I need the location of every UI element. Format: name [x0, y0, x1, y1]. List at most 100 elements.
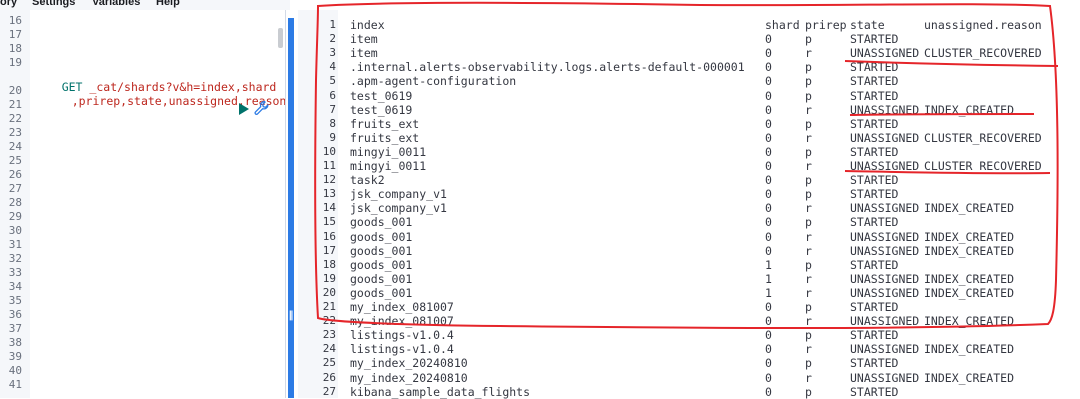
cell-state: STARTED: [850, 257, 899, 272]
cell-state: UNASSIGNED: [850, 342, 920, 357]
cell-reason: INDEX_CREATED: [924, 229, 1015, 244]
cell-shard: 0: [765, 384, 772, 399]
request-line-number: 30: [8, 224, 22, 237]
request-line-number: 33: [8, 266, 22, 279]
cell-prirep: r: [805, 342, 812, 357]
cell-state: UNASSIGNED: [850, 201, 920, 216]
response-gutter: 1 2 3 4 5 6 7 8 9 10 11 12 13 14 15 16 17 18 19 20 21 22 23 24 2…: [298, 10, 338, 398]
cell-state: UNASSIGNED: [850, 271, 920, 286]
menu-item-variables[interactable]: Variables: [92, 0, 140, 8]
cell-reason: INDEX_CREATED: [924, 271, 1015, 286]
cell-state: UNASSIGNED: [850, 285, 920, 300]
cell-shard: 0: [765, 356, 772, 371]
header-reason: unassigned.reason: [924, 18, 1042, 32]
request-editor[interactable]: 16 17 18 19 20 21 22 23 24 25 26 27 28 29 30 31 32 33 34 35…: [0, 10, 287, 398]
cell-index: goods_001: [350, 257, 413, 272]
response-line-number: 26: [322, 370, 336, 384]
menu-item-settings[interactable]: Settings: [32, 0, 75, 8]
cell-prirep: p: [805, 116, 812, 131]
cell-shard: 0: [765, 60, 772, 75]
cell-prirep: p: [805, 144, 812, 159]
cell-shard: 1: [765, 271, 772, 286]
cell-state: STARTED: [850, 187, 899, 202]
request-scrollbar[interactable]: [278, 28, 283, 48]
cell-state: STARTED: [850, 356, 899, 371]
cell-index: goods_001: [350, 229, 413, 244]
cell-index: my_index_20240810: [350, 356, 468, 371]
cell-shard: 0: [765, 342, 772, 357]
header-prirep: prirep: [805, 18, 847, 32]
play-icon[interactable]: [239, 103, 249, 115]
cell-reason: INDEX_CREATED: [924, 102, 1015, 117]
request-line-wrap[interactable]: ,prirep,state,unassigned.reason: [44, 80, 287, 122]
request-line-number: 31: [8, 238, 22, 251]
cell-state: STARTED: [850, 60, 899, 75]
cell-index: my_index_081007: [350, 314, 454, 329]
response-line-number: 6: [329, 88, 336, 102]
cell-prirep: p: [805, 257, 812, 272]
cell-shard: 0: [765, 88, 772, 103]
response-line-number: 17: [322, 243, 336, 257]
cell-state: UNASSIGNED: [850, 159, 920, 173]
cell-prirep: r: [805, 285, 812, 300]
response-line-number: 13: [322, 187, 336, 201]
header-state: state: [850, 18, 885, 32]
response-line-number: 2: [329, 32, 336, 46]
cell-shard: 0: [765, 116, 772, 131]
menu-bar: ory Settings Variables Help: [0, 0, 290, 10]
cell-state: STARTED: [850, 300, 899, 314]
cell-index: goods_001: [350, 215, 413, 230]
request-line-number: 22: [8, 112, 22, 125]
wrench-icon[interactable]: [254, 100, 270, 116]
response-line-number: 24: [322, 342, 336, 356]
cell-index: goods_001: [350, 243, 413, 258]
cell-shard: 0: [765, 32, 772, 47]
resizer-bar[interactable]: [288, 18, 294, 398]
request-line-number: 29: [8, 210, 22, 223]
response-line-number: 4: [329, 60, 336, 74]
cell-prirep: p: [805, 88, 812, 103]
cell-index: goods_001: [350, 285, 413, 300]
cell-index: mingyi_0011: [350, 159, 427, 173]
cell-reason: INDEX_CREATED: [924, 370, 1015, 385]
cell-prirep: p: [805, 187, 812, 202]
cell-state: UNASSIGNED: [850, 130, 920, 145]
response-line-number: 3: [329, 46, 336, 60]
response-line-number: 27: [322, 384, 336, 398]
cell-reason: INDEX_CREATED: [924, 314, 1015, 329]
cell-index: task2: [350, 173, 385, 188]
cell-shard: 0: [765, 74, 772, 89]
cell-reason: CLUSTER_RECOVERED: [924, 130, 1042, 145]
request-line-number: 38: [8, 336, 22, 349]
cell-prirep: p: [805, 215, 812, 230]
panel-resizer[interactable]: ‖: [285, 10, 298, 398]
cell-reason: INDEX_CREATED: [924, 285, 1015, 300]
cell-shard: 0: [765, 130, 772, 145]
cell-prirep: r: [805, 102, 812, 117]
cell-state: STARTED: [850, 32, 899, 47]
cell-reason: INDEX_CREATED: [924, 342, 1015, 357]
cell-prirep: p: [805, 356, 812, 371]
cell-prirep: p: [805, 173, 812, 188]
response-line-number: 14: [322, 201, 336, 215]
cell-reason: INDEX_CREATED: [924, 201, 1015, 216]
cell-shard: 0: [765, 370, 772, 385]
menu-item-help[interactable]: Help: [156, 0, 180, 8]
response-output[interactable]: 1 2 3 4 5 6 7 8 9 10 11 12 13 14 15 16 17 18 19 20 21 22 23 24 2…: [298, 10, 1080, 399]
cell-reason: INDEX_CREATED: [924, 243, 1015, 258]
request-line-number: 20: [8, 84, 22, 97]
cell-shard: 0: [765, 328, 772, 343]
cell-prirep: r: [805, 229, 812, 244]
request-line-number: 21: [8, 98, 22, 111]
request-line-number: 26: [8, 168, 22, 181]
menu-item-history[interactable]: ory: [0, 0, 17, 8]
request-line-number: 27: [8, 182, 22, 195]
cell-shard: 0: [765, 102, 772, 117]
drag-handle-icon[interactable]: ‖: [286, 306, 296, 326]
cell-index: test_0619: [350, 88, 413, 103]
request-line-number: 41: [8, 378, 22, 391]
response-line-number: 5: [329, 74, 336, 88]
request-line-number: 23: [8, 126, 22, 139]
cell-prirep: p: [805, 60, 812, 75]
response-line-number: 10: [322, 144, 336, 158]
